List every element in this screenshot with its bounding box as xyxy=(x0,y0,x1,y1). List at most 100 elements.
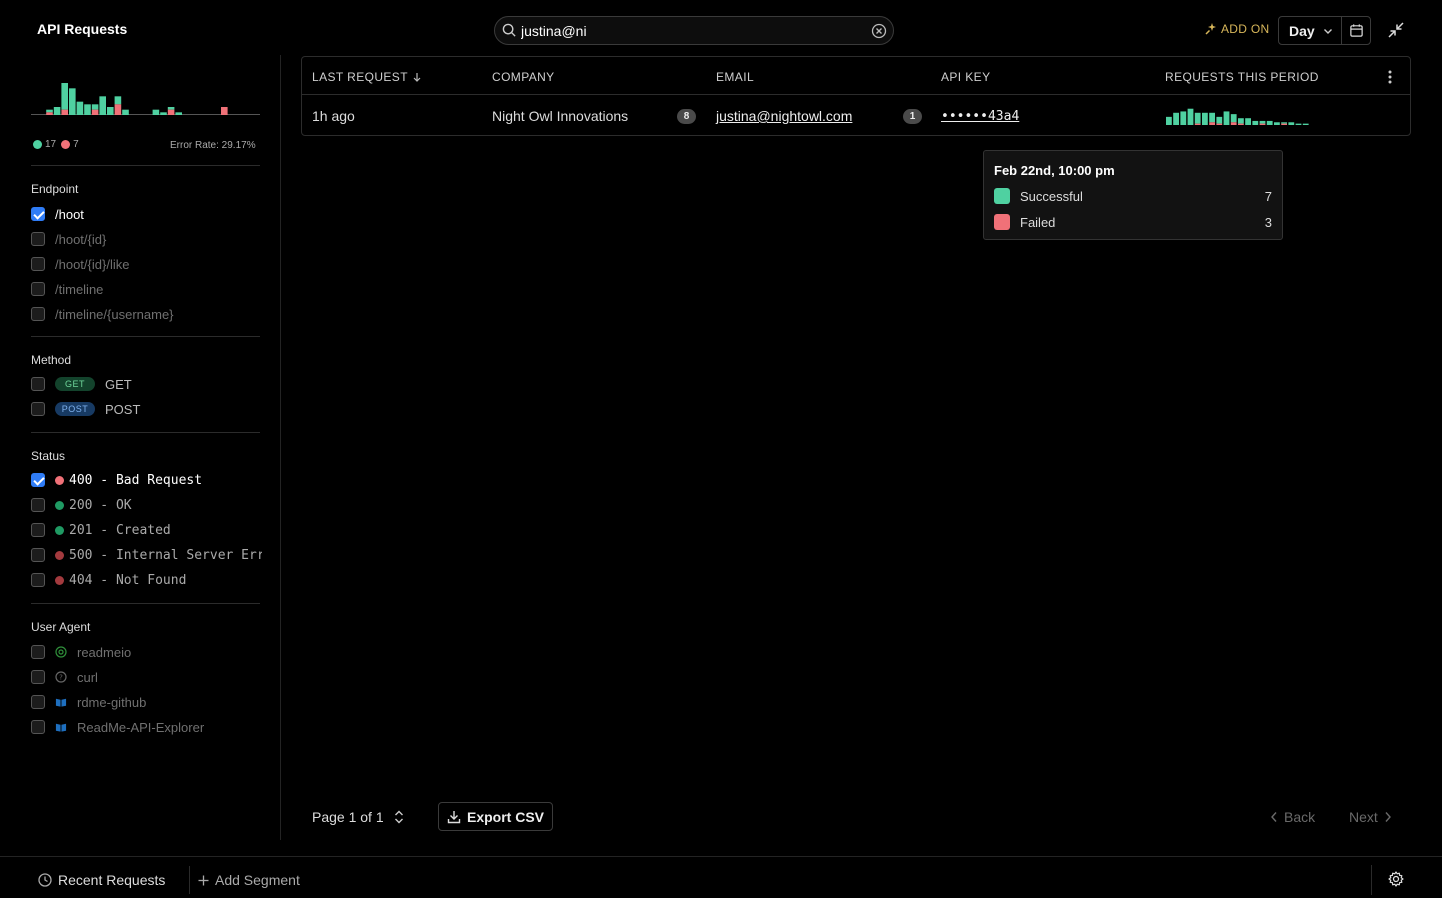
checkbox[interactable] xyxy=(31,402,45,416)
checkbox[interactable] xyxy=(31,670,45,684)
add-on-button[interactable]: ADD ON xyxy=(1205,22,1269,36)
checkbox[interactable] xyxy=(31,573,45,587)
checkbox[interactable] xyxy=(31,307,45,321)
success-bar xyxy=(99,96,106,115)
checkbox[interactable] xyxy=(31,232,45,246)
divider xyxy=(31,336,260,337)
status-option[interactable]: 404 - Not Found xyxy=(31,571,262,589)
error-bar xyxy=(1238,123,1244,125)
clear-search-icon[interactable] xyxy=(871,23,887,39)
success-dot xyxy=(33,140,42,149)
status-option[interactable]: 200 - OK xyxy=(31,496,262,514)
user-agent-filter-title: User Agent xyxy=(31,620,91,634)
search-input[interactable] xyxy=(521,21,851,41)
company-cell[interactable]: Night Owl Innovations xyxy=(492,108,628,124)
search-bar[interactable] xyxy=(494,16,894,45)
checkbox[interactable] xyxy=(31,282,45,296)
status-label: 404 - Not Found xyxy=(69,572,187,588)
requests-sparkline[interactable] xyxy=(1166,105,1318,125)
checkbox[interactable] xyxy=(31,498,45,512)
method-filter-title: Method xyxy=(31,353,72,367)
api-key-link[interactable]: ••••••43a4 xyxy=(941,109,1019,124)
error-count: 7 xyxy=(73,139,79,150)
column-header-email[interactable]: EMAIL xyxy=(716,70,754,84)
endpoint-option[interactable]: /hoot/{id}/like xyxy=(31,255,262,273)
export-csv-button[interactable]: Export CSV xyxy=(438,802,553,831)
success-bar xyxy=(1173,112,1179,125)
success-bar xyxy=(1216,116,1223,124)
user-agent-option[interactable]: readmeio xyxy=(31,643,262,661)
endpoint-label: /hoot/{id} xyxy=(55,231,107,247)
page-selector[interactable]: Page 1 of 1 xyxy=(312,809,404,825)
tooltip-item-successful: Successful 7 xyxy=(994,188,1272,204)
error-dot xyxy=(61,140,71,149)
divider xyxy=(31,603,260,604)
checkbox[interactable] xyxy=(31,207,45,221)
checkbox[interactable] xyxy=(31,523,45,537)
method-option-post[interactable]: POST POST xyxy=(31,400,262,418)
svg-text:?: ? xyxy=(59,674,63,682)
endpoint-option[interactable]: /hoot xyxy=(31,205,262,223)
period-value: Day xyxy=(1289,22,1315,39)
success-bar xyxy=(1230,114,1237,123)
endpoint-label: /timeline/{username} xyxy=(55,306,174,322)
page-label: Page 1 of 1 xyxy=(312,809,384,825)
add-segment-button[interactable]: Add Segment xyxy=(198,872,300,888)
checkbox[interactable] xyxy=(31,257,45,271)
success-bar xyxy=(61,83,68,110)
error-bar xyxy=(91,109,99,115)
status-option[interactable]: 400 - Bad Request xyxy=(31,471,262,489)
checkbox[interactable] xyxy=(31,720,45,734)
column-header-api-key[interactable]: API KEY xyxy=(941,70,991,84)
success-bar xyxy=(1274,122,1280,125)
success-bar xyxy=(69,88,76,115)
more-options-icon[interactable] xyxy=(1388,70,1392,84)
next-button[interactable]: Next xyxy=(1349,809,1392,825)
user-agent-label: readmeio xyxy=(77,644,132,660)
endpoint-option[interactable]: /hoot/{id} xyxy=(31,230,262,248)
period-select[interactable]: Day xyxy=(1278,16,1342,45)
back-button[interactable]: Back xyxy=(1270,809,1315,825)
column-header-last-request[interactable]: LAST REQUEST xyxy=(312,70,422,84)
checkbox[interactable] xyxy=(31,548,45,562)
endpoint-option[interactable]: /timeline xyxy=(31,280,262,298)
collapse-button[interactable] xyxy=(1386,20,1406,45)
endpoint-option[interactable]: /timeline/{username} xyxy=(31,305,262,323)
gear-icon[interactable] xyxy=(1388,871,1404,887)
sparkle-icon xyxy=(1205,23,1216,35)
user-agent-option[interactable]: ReadMe-API-Explorer xyxy=(31,718,262,736)
success-bar xyxy=(46,109,53,113)
endpoint-label: /hoot xyxy=(55,206,84,222)
status-option[interactable]: 201 - Created xyxy=(31,521,262,539)
user-agent-option[interactable]: rdme-github xyxy=(31,693,262,711)
status-option[interactable]: 500 - Internal Server Error xyxy=(31,546,262,564)
get-badge: GET xyxy=(55,377,95,391)
column-header-company[interactable]: COMPANY xyxy=(492,70,555,84)
status-label: 200 - OK xyxy=(69,497,132,513)
error-bar xyxy=(1230,122,1237,125)
method-option-get[interactable]: GET GET xyxy=(31,375,262,393)
success-bar xyxy=(167,107,175,110)
user-agent-option[interactable]: ? curl xyxy=(31,668,262,686)
calendar-button[interactable] xyxy=(1341,16,1371,45)
user-agent-label: curl xyxy=(77,669,98,685)
checkbox[interactable] xyxy=(31,473,45,487)
email-link[interactable]: justina@nightowl.com xyxy=(716,108,852,124)
success-bar xyxy=(1252,120,1259,125)
email-count-badge: 1 xyxy=(903,109,922,124)
divider xyxy=(31,165,260,166)
error-bar xyxy=(46,112,53,115)
divider xyxy=(1371,865,1372,895)
checkbox[interactable] xyxy=(31,645,45,659)
success-bar xyxy=(91,104,99,110)
error-bar xyxy=(1194,123,1201,125)
success-bar xyxy=(1302,123,1309,125)
status-filter-title: Status xyxy=(31,449,66,463)
tab-label: Recent Requests xyxy=(58,872,166,888)
column-header-requests[interactable]: REQUESTS THIS PERIOD xyxy=(1165,70,1319,84)
collapse-icon xyxy=(1388,22,1404,38)
tab-recent-requests[interactable]: Recent Requests xyxy=(38,872,165,888)
error-bar xyxy=(1209,122,1215,125)
checkbox[interactable] xyxy=(31,695,45,709)
checkbox[interactable] xyxy=(31,377,45,391)
